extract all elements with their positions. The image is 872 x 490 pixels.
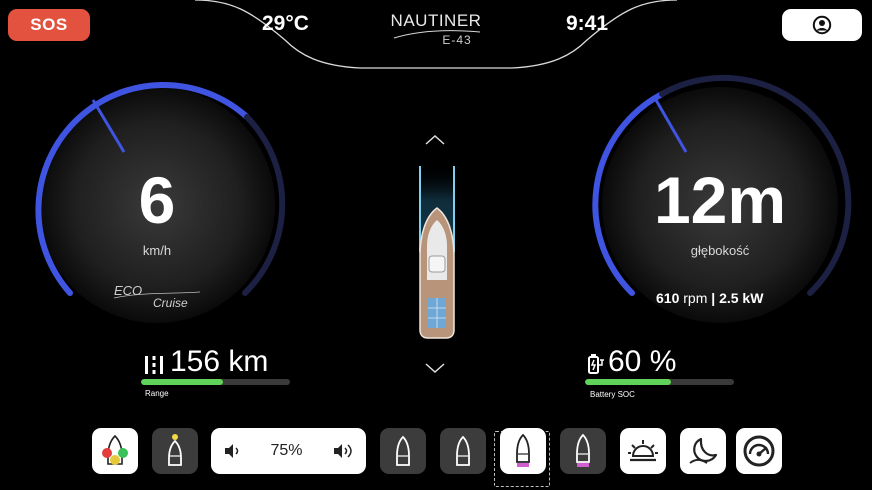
boat-underwater-light-icon <box>576 433 590 467</box>
underwater-light-button-2[interactable] <box>560 428 606 474</box>
night-mode-icon <box>689 437 718 464</box>
range-label: Range <box>145 389 169 398</box>
chevron-up-icon[interactable] <box>424 134 446 146</box>
volume-value: 75% <box>270 442 303 459</box>
speed-value: 6 <box>138 163 176 237</box>
power-value: 2.5 kW <box>719 290 764 306</box>
user-profile-button[interactable] <box>782 9 862 41</box>
range-value: 156 km <box>170 345 269 378</box>
distance-icon <box>145 356 163 374</box>
sos-button[interactable]: SOS <box>8 9 90 41</box>
nav-lights-icon <box>102 434 128 465</box>
stats-separator: | <box>711 290 716 306</box>
anchor-light-button[interactable] <box>152 428 198 474</box>
battery-value: 60 % <box>608 345 677 378</box>
volume-up-icon[interactable] <box>332 442 354 460</box>
mode-swoosh <box>113 291 201 299</box>
anchor-light-icon <box>168 434 182 466</box>
temperature-readout: 29°C <box>262 12 309 35</box>
depth-value: 12m <box>653 163 787 237</box>
night-mode-button[interactable] <box>680 428 726 474</box>
boat-icon <box>396 435 410 466</box>
drive-mode-button[interactable] <box>736 428 782 474</box>
speed-unit: km/h <box>142 243 172 258</box>
boat-mode-button-2[interactable] <box>440 428 486 474</box>
volume-down-icon[interactable] <box>223 442 241 460</box>
volume-control[interactable]: 75% <box>211 428 366 474</box>
chevron-down-icon[interactable] <box>424 362 446 374</box>
deck-light-button[interactable] <box>620 428 666 474</box>
model-label: E-43 <box>442 33 472 47</box>
rpm-value: 610 <box>656 290 680 306</box>
boat-top-view <box>419 164 455 339</box>
motor-stats: 610 rpm | 2.5 kW <box>656 290 763 306</box>
boat-underwater-light-icon <box>516 433 530 467</box>
deck-light-icon <box>628 440 658 462</box>
rpm-unit: rpm <box>683 290 708 306</box>
battery-bar-fill <box>585 379 672 385</box>
battery-plug-icon <box>588 354 604 374</box>
battery-label: Battery SOC <box>590 390 635 399</box>
range-bar-fill <box>141 379 223 385</box>
boat-icon <box>456 435 470 466</box>
battery-bar <box>585 379 734 385</box>
user-circle-icon <box>812 15 832 35</box>
underwater-light-button-1[interactable] <box>500 428 546 474</box>
nav-lights-button[interactable] <box>92 428 138 474</box>
range-bar <box>141 379 290 385</box>
depth-unit: głębokość <box>690 243 750 258</box>
speedometer-icon <box>743 435 775 467</box>
boat-mode-button-1[interactable] <box>380 428 426 474</box>
clock: 9:41 <box>566 12 609 35</box>
